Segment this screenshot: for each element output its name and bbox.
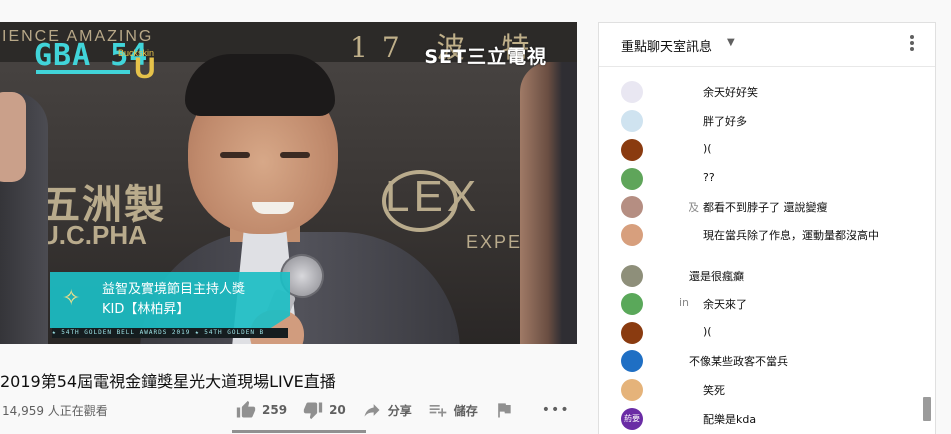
interviewee-hair bbox=[185, 54, 335, 116]
chat-message-text: 余天來了 bbox=[703, 298, 747, 311]
backdrop-lexus-text: LEX bbox=[385, 172, 481, 221]
chat-message-text: 配樂是kda bbox=[703, 413, 757, 426]
chat-message-text: 都看不到脖子了 還說變瘦 bbox=[703, 201, 828, 214]
video-title: 2019第54屆電視金鐘獎星光大道現場LIVE直播 bbox=[0, 372, 336, 391]
save-label: 儲存 bbox=[453, 403, 478, 418]
video-player[interactable]: IENCE AMAZING 17 波 特 五洲製 U.C.PHA LEX EXP… bbox=[0, 22, 577, 344]
chat-message-text: )( bbox=[703, 142, 712, 155]
chat-message: 現在當兵除了作息，運動量都沒高中 bbox=[599, 222, 919, 246]
chat-message-text: 還是很瘋癲 bbox=[689, 270, 744, 283]
share-arrow-icon bbox=[364, 404, 380, 417]
like-count: 259 bbox=[262, 403, 288, 417]
chat-message: ?? bbox=[599, 166, 919, 190]
caption-ticker-strip: ★ 54TH GOLDEN BELL AWARDS 2019 ★ 54TH GO… bbox=[52, 328, 288, 338]
chat-message: 還是很瘋癲 bbox=[599, 263, 919, 287]
chat-message-text: 余天好好笑 bbox=[703, 86, 758, 99]
interviewee-eye-left bbox=[220, 152, 250, 158]
chat-header: 重點聊天室訊息 ▼ bbox=[599, 23, 935, 67]
avatar[interactable] bbox=[621, 168, 643, 190]
chat-message: 及都看不到脖子了 還說變瘦 bbox=[599, 194, 919, 218]
chat-message: 余天好好笑 bbox=[599, 79, 919, 103]
share-button[interactable]: 分享 bbox=[362, 400, 412, 420]
save-button[interactable]: 儲存 bbox=[428, 400, 478, 420]
avatar[interactable] bbox=[621, 139, 643, 161]
like-button[interactable]: 259 bbox=[236, 400, 287, 420]
caption-award: 益智及實境節目主持人獎 bbox=[102, 282, 246, 297]
report-button[interactable] bbox=[494, 400, 520, 420]
interviewee-eye-right bbox=[280, 152, 310, 158]
view-count: 14,959 人正在觀看 bbox=[2, 404, 108, 418]
chat-scrollbar[interactable] bbox=[923, 397, 931, 421]
lower-third-caption: ✧ 益智及實境節目主持人獎 KID【林柏昇】 bbox=[50, 272, 290, 328]
share-label: 分享 bbox=[387, 403, 412, 418]
video-actions: 259 20 分享 儲存 ••• bbox=[236, 398, 570, 422]
live-chat-panel: 重點聊天室訊息 ▼ 余天好好笑胖了好多 )(?? 及都看不到脖子了 還說變瘦現在當兵… bbox=[598, 22, 936, 434]
avatar[interactable] bbox=[621, 265, 643, 287]
avatar[interactable] bbox=[621, 81, 643, 103]
backdrop-sponsor-sub: U.C.PHA bbox=[40, 220, 147, 250]
caption-name: KID【林柏昇】 bbox=[102, 302, 190, 317]
chat-message: 葯要 配樂是kda bbox=[599, 406, 919, 430]
sparkle-icon: ✧ bbox=[62, 286, 81, 311]
avatar[interactable] bbox=[621, 379, 643, 401]
dislike-button[interactable]: 20 bbox=[303, 400, 346, 420]
chevron-down-icon[interactable]: ▼ bbox=[727, 37, 735, 48]
more-actions-button[interactable]: ••• bbox=[542, 402, 570, 418]
chat-mode-dropdown[interactable]: 重點聊天室訊息 bbox=[621, 36, 712, 55]
chat-author[interactable]: 及 bbox=[689, 199, 699, 215]
avatar[interactable]: 葯要 bbox=[621, 408, 643, 430]
chat-message-text: 笑死 bbox=[703, 384, 725, 397]
chat-top-fade bbox=[599, 67, 935, 71]
thumbs-up-icon bbox=[236, 400, 256, 418]
chat-message-text: ?? bbox=[703, 171, 715, 184]
chat-message: 笑死 bbox=[599, 377, 919, 401]
chat-message: in 余天來了 bbox=[599, 291, 919, 315]
chat-message: )( bbox=[599, 137, 919, 161]
chat-message: )( bbox=[599, 320, 919, 344]
interviewee-mouth bbox=[252, 202, 294, 214]
avatar[interactable] bbox=[621, 322, 643, 344]
gba-logo-underline bbox=[36, 70, 130, 74]
avatar[interactable] bbox=[621, 350, 643, 372]
person-right-silhouette bbox=[520, 62, 577, 344]
person-left-face bbox=[0, 92, 26, 182]
buckskin-u-logo: U bbox=[134, 52, 156, 85]
chat-message: 胖了好多 bbox=[599, 108, 919, 132]
chat-message: 不像某些政客不當兵 bbox=[599, 348, 919, 372]
chat-message-text: 胖了好多 bbox=[703, 115, 747, 128]
avatar[interactable] bbox=[621, 293, 643, 315]
thumbs-down-icon bbox=[303, 402, 323, 420]
chat-message-text: 不像某些政客不當兵 bbox=[689, 355, 788, 368]
avatar[interactable] bbox=[621, 224, 643, 246]
chat-message-text: )( bbox=[703, 325, 712, 338]
avatar[interactable] bbox=[621, 196, 643, 218]
chat-message-text: 現在當兵除了作息，運動量都沒高中 bbox=[703, 229, 879, 242]
set-channel-logo: SET三立電視 bbox=[424, 46, 547, 68]
dislike-count: 20 bbox=[329, 403, 346, 417]
chat-author[interactable]: in bbox=[679, 296, 699, 309]
avatar[interactable] bbox=[621, 110, 643, 132]
more-vert-icon[interactable] bbox=[909, 35, 915, 53]
like-ratio-bar bbox=[232, 430, 366, 433]
flag-icon bbox=[497, 403, 511, 418]
playlist-add-icon bbox=[429, 405, 447, 417]
